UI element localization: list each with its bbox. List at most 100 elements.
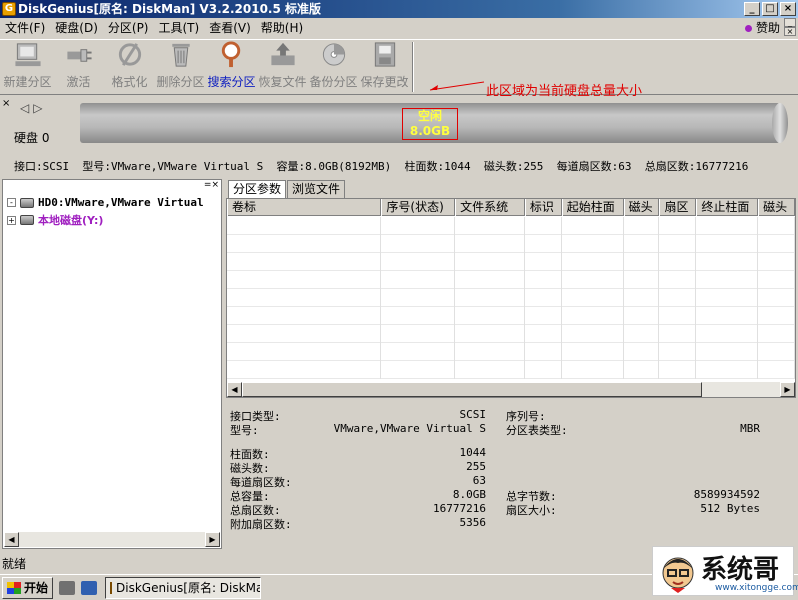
menu-disk[interactable]: 硬盘(D) (50, 18, 103, 38)
table-cell (624, 289, 660, 307)
tree-item-local-disk[interactable]: + 本地磁盘(Y:) (7, 212, 103, 228)
mdi-minimize-button[interactable]: _ (784, 18, 796, 27)
partition-icon (20, 215, 34, 225)
tree-scroll-right-button[interactable]: ▶ (205, 532, 220, 547)
table-cell (227, 253, 382, 271)
table-cell (696, 343, 759, 361)
tree-panel-controls[interactable]: =× (204, 180, 219, 190)
sectors-per-track-value: 63 (472, 474, 486, 487)
menu-file[interactable]: 文件(F) (0, 18, 50, 38)
tree-scroll-track[interactable] (19, 532, 205, 547)
grid-scroll-right-button[interactable]: ▶ (780, 382, 795, 397)
table-row[interactable] (227, 325, 795, 343)
table-cell (381, 361, 456, 379)
tree-expander[interactable]: - (7, 198, 16, 207)
minimize-button[interactable]: _ (744, 2, 760, 16)
table-cell (624, 235, 660, 253)
table-cell (758, 253, 795, 271)
grid-scroll-left-button[interactable]: ◀ (227, 382, 242, 397)
table-cell (696, 289, 759, 307)
tree-scroll-left-button[interactable]: ◀ (4, 532, 19, 547)
taskbar-item-diskgenius[interactable]: DiskGenius[原名: DiskMa... (105, 576, 262, 599)
disk-details-panel: 接口类型: SCSI 序列号: 型号: VMware,VMware Virtua… (226, 402, 796, 550)
table-row[interactable] (227, 235, 795, 253)
format-button[interactable]: 格式化 (104, 40, 155, 94)
tree-item-hd0[interactable]: - HD0:VMware,VMware Virtual (7, 196, 204, 209)
table-row[interactable] (227, 217, 795, 235)
menu-help[interactable]: 帮助(H) (256, 18, 308, 38)
recover-files-icon (270, 42, 295, 66)
table-cell (455, 253, 525, 271)
col-start-sector[interactable]: 扇区 (659, 199, 697, 216)
disk-nav-arrows[interactable]: ◁▷ (20, 101, 46, 115)
partition-table-header: 卷标 序号(状态) 文件系统 标识 起始柱面 磁头 扇区 终止柱面 磁头 (227, 199, 795, 216)
table-cell (696, 307, 759, 325)
heads-value: 255 (466, 460, 486, 473)
col-start-head[interactable]: 磁头 (623, 199, 660, 216)
table-cell (381, 235, 456, 253)
col-volume-label[interactable]: 卷标 (227, 199, 382, 216)
disk-tree-panel: =× - HD0:VMware,VMware Virtual + 本地磁盘(Y:… (2, 179, 222, 549)
partition-table: 卷标 序号(状态) 文件系统 标识 起始柱面 磁头 扇区 终止柱面 磁头 ◀ ▶ (226, 198, 796, 398)
table-row[interactable] (227, 253, 795, 271)
search-partition-label: 搜索分区 (207, 75, 256, 89)
table-row[interactable] (227, 289, 795, 307)
col-index-status[interactable]: 序号(状态) (381, 199, 456, 216)
tab-partition-params[interactable]: 分区参数 (228, 180, 287, 198)
table-cell (758, 343, 795, 361)
col-start-cylinder[interactable]: 起始柱面 (561, 199, 624, 216)
maximize-button[interactable]: □ (762, 2, 778, 16)
col-end-cylinder[interactable]: 终止柱面 (696, 199, 759, 216)
table-cell (758, 217, 795, 235)
disk-bar[interactable]: 空闲 8.0GB (80, 103, 780, 143)
tab-bar: 分区参数 浏览文件 (228, 180, 346, 198)
disk-panel: × ◁▷ 硬盘 0 空闲 8.0GB 接口:SCSI 型号:VMware,VMw… (0, 97, 798, 175)
table-cell (227, 289, 382, 307)
start-button[interactable]: 开始 (2, 576, 54, 599)
mdi-buttons: _ × (784, 18, 796, 36)
mdi-close-button[interactable]: × (784, 27, 796, 36)
table-cell (525, 307, 562, 325)
new-partition-button[interactable]: 新建分区 (2, 40, 53, 94)
col-end-head[interactable]: 磁头 (758, 199, 795, 216)
taskbar-item-label: DiskGenius[原名: DiskMa... (116, 581, 262, 595)
table-cell (624, 253, 660, 271)
table-cell (381, 343, 456, 361)
table-row[interactable] (227, 307, 795, 325)
backup-partition-label: 备份分区 (309, 75, 358, 89)
free-space-box[interactable]: 空闲 8.0GB (402, 108, 458, 140)
quick-launch-disk-icon[interactable] (59, 580, 76, 595)
col-filesystem[interactable]: 文件系统 (455, 199, 525, 216)
donate-label: 赞助 (755, 21, 780, 35)
col-id[interactable]: 标识 (524, 199, 562, 216)
menu-tools[interactable]: 工具(T) (154, 18, 205, 38)
table-cell (455, 325, 525, 343)
grid-scroll-thumb[interactable] (242, 382, 702, 397)
table-cell (696, 217, 759, 235)
close-button[interactable]: × (780, 2, 796, 16)
donate-link[interactable]: 赞助 (744, 18, 780, 38)
search-partition-button[interactable]: 搜索分区 (206, 40, 257, 94)
menu-partition[interactable]: 分区(P) (103, 18, 154, 38)
table-cell (455, 343, 525, 361)
table-cell (758, 361, 795, 379)
tree-expander[interactable]: + (7, 215, 16, 225)
table-cell (696, 361, 759, 379)
table-cell (381, 325, 456, 343)
table-row[interactable] (227, 361, 795, 379)
quick-launch-desktop-icon[interactable] (81, 580, 98, 595)
tab-browse-files[interactable]: 浏览文件 (287, 180, 346, 198)
menu-view[interactable]: 查看(V) (204, 18, 256, 38)
disk-panel-close-icon[interactable]: × (2, 98, 10, 109)
recover-files-button[interactable]: 恢复文件 (257, 40, 308, 94)
table-cell (525, 343, 562, 361)
table-row[interactable] (227, 343, 795, 361)
backup-partition-button[interactable]: 备份分区 (308, 40, 359, 94)
donate-icon (744, 24, 752, 32)
table-row[interactable] (227, 271, 795, 289)
delete-partition-button[interactable]: 删除分区 (155, 40, 206, 94)
sector-size-label: 扇区大小: (506, 504, 557, 517)
table-cell (525, 361, 562, 379)
activate-button[interactable]: 激活 (53, 40, 104, 94)
save-changes-button[interactable]: 保存更改 (359, 40, 410, 94)
